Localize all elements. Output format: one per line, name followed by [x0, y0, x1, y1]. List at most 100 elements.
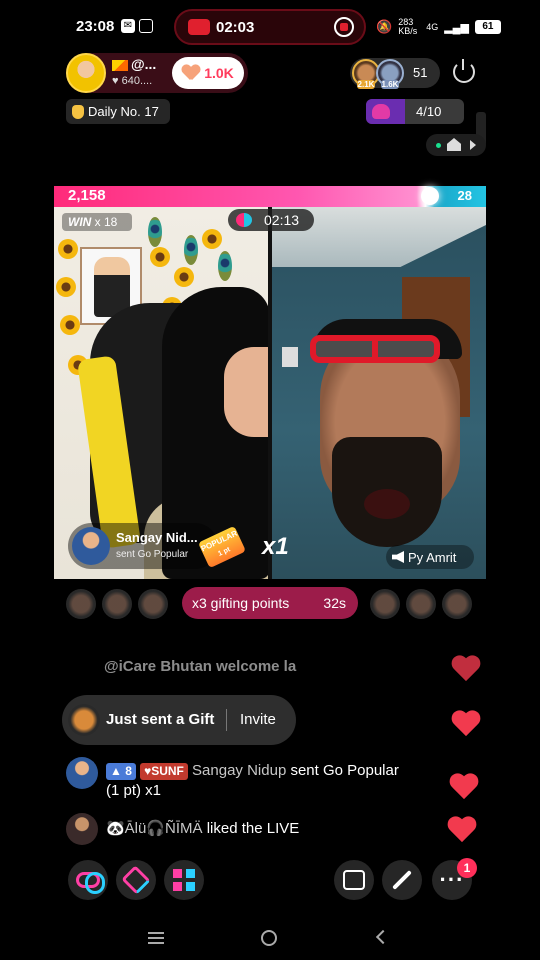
- avatar[interactable]: [66, 813, 98, 845]
- chat-message: @iCare Bhutan welcome la: [104, 658, 297, 675]
- score-divider-spark: [420, 187, 439, 205]
- stop-recording-button[interactable]: [334, 17, 354, 37]
- viewer-count: 51: [413, 65, 428, 80]
- hand-icon: [72, 104, 84, 119]
- avatar[interactable]: [72, 527, 110, 565]
- mute-icon: 🔕: [376, 19, 393, 34]
- chat-text-continued: (1 pt) x1: [106, 782, 162, 799]
- recent-apps-icon[interactable]: [148, 932, 164, 944]
- decor: [60, 315, 80, 335]
- battle-score-bar: 2,158 28: [54, 186, 486, 207]
- goal-progress: 4/10: [416, 104, 442, 119]
- daily-label: Daily No. 17: [88, 104, 159, 119]
- heart-icon: [448, 774, 480, 800]
- supporter-avatar[interactable]: [442, 589, 472, 619]
- co-host-icon: [76, 872, 105, 894]
- heart-icon: ♥: [112, 75, 119, 87]
- gifting-points-label: x3 gifting points: [192, 595, 290, 611]
- decor: [184, 235, 198, 265]
- magic-wand-icon: [392, 870, 412, 890]
- avatar[interactable]: [66, 757, 98, 789]
- supporter-avatar[interactable]: [66, 589, 96, 619]
- goal-icon: [372, 104, 390, 119]
- signal-icon: ▂▄▆: [444, 21, 469, 34]
- chat-message: 🐼Ālü🎧ÑĪMÄ liked the LIVE: [106, 819, 299, 837]
- chat-username[interactable]: 🐼Ālü🎧ÑĪMÄ: [106, 820, 203, 837]
- instagram-icon: [139, 19, 153, 33]
- fan-club-badge: ♥SUNF: [140, 763, 188, 780]
- share-button[interactable]: [334, 860, 374, 900]
- decor: [174, 267, 194, 287]
- red-sunglasses: [310, 335, 440, 363]
- supporter-avatar[interactable]: [138, 589, 168, 619]
- chat-username[interactable]: Sangay Nidup: [192, 762, 286, 779]
- sent-gift-prompt[interactable]: Just sent a Gift Invite: [62, 695, 296, 745]
- gifting-points-banner[interactable]: x3 gifting points 32s: [182, 587, 358, 619]
- left-score: 2,158: [68, 187, 106, 204]
- network-speed: 283 KB/s: [398, 17, 418, 36]
- heart-icon: [182, 65, 200, 81]
- live-stream[interactable]: WIN x 18 02:13 Sangay Nid... sent Go Pop…: [54, 207, 486, 579]
- opponent-camera[interactable]: [272, 207, 486, 579]
- gift-goal[interactable]: 4/10: [366, 99, 464, 124]
- follow-button[interactable]: 1.0K: [172, 57, 244, 89]
- supporter-avatar[interactable]: [406, 589, 436, 619]
- online-dot: [436, 143, 441, 148]
- home-icon[interactable]: [447, 138, 461, 151]
- notification-badge: 1: [457, 858, 477, 878]
- supporter-avatar[interactable]: [370, 589, 400, 619]
- apps-button[interactable]: [164, 860, 204, 900]
- gift-button[interactable]: [116, 860, 156, 900]
- follow-count: 1.0K: [204, 65, 234, 81]
- decor: [202, 229, 222, 249]
- host-info[interactable]: @... ♥ 640.... 1.0K: [66, 53, 248, 93]
- decor: [150, 247, 170, 267]
- versus-icon: [236, 213, 252, 227]
- next-icon[interactable]: [470, 140, 476, 150]
- level-badge: ▲ 8: [106, 763, 136, 780]
- heart-icon: [450, 656, 482, 682]
- share-icon: [343, 870, 365, 890]
- speaker-icon[interactable]: [392, 551, 404, 563]
- flag-icon: [112, 59, 128, 71]
- sent-gift-text: Just sent a Gift: [106, 711, 215, 728]
- record-icon: [188, 19, 210, 35]
- win-streak-badge: WIN x 18: [62, 213, 132, 231]
- viewer-list[interactable]: 2.1K 1.6K 51: [350, 58, 440, 89]
- daily-ranking[interactable]: Daily No. 17: [66, 99, 170, 124]
- recording-time: 02:03: [216, 19, 255, 36]
- battery-icon: 61: [474, 20, 501, 34]
- chat-text: liked the LIVE: [206, 820, 300, 837]
- right-score: 28: [457, 188, 472, 203]
- chat-message: ▲ 8 ♥SUNF Sangay Nidup sent Go Popular (…: [106, 761, 454, 801]
- supporters-row: x3 gifting points 32s: [64, 587, 474, 621]
- opponent-name: Py Amrit: [408, 549, 457, 565]
- top-viewer-avatar[interactable]: 1.6K: [376, 59, 404, 89]
- avatar: [68, 704, 100, 736]
- decor: [56, 277, 76, 297]
- co-host-button[interactable]: [68, 860, 108, 900]
- divider: [226, 709, 227, 731]
- gift-action: sent Go Popular: [116, 549, 189, 560]
- heart-icon: [446, 817, 478, 843]
- chat-text: sent Go Popular: [290, 762, 399, 779]
- opponent-tag[interactable]: Py Amrit: [386, 545, 474, 569]
- power-icon[interactable]: [453, 59, 475, 83]
- clock: 23:08: [76, 18, 115, 35]
- host-name: @...: [131, 56, 157, 72]
- mail-icon: ✉: [121, 19, 135, 33]
- supporter-avatar[interactable]: [102, 589, 132, 619]
- back-icon[interactable]: [375, 929, 391, 945]
- system-navigation: [0, 918, 540, 960]
- host-avatar[interactable]: [66, 53, 106, 93]
- gift-notification[interactable]: Sangay Nid... sent Go Popular: [68, 523, 218, 569]
- live-nav[interactable]: [426, 134, 486, 156]
- invite-button[interactable]: Invite: [240, 711, 276, 728]
- gift-icon: [121, 865, 151, 895]
- decor: [218, 251, 232, 281]
- screen-recorder[interactable]: 02:03: [174, 9, 366, 45]
- heart-icon: [450, 711, 482, 737]
- effects-button[interactable]: [382, 860, 422, 900]
- home-button-icon[interactable]: [261, 930, 277, 946]
- gifting-countdown: 32s: [323, 595, 346, 611]
